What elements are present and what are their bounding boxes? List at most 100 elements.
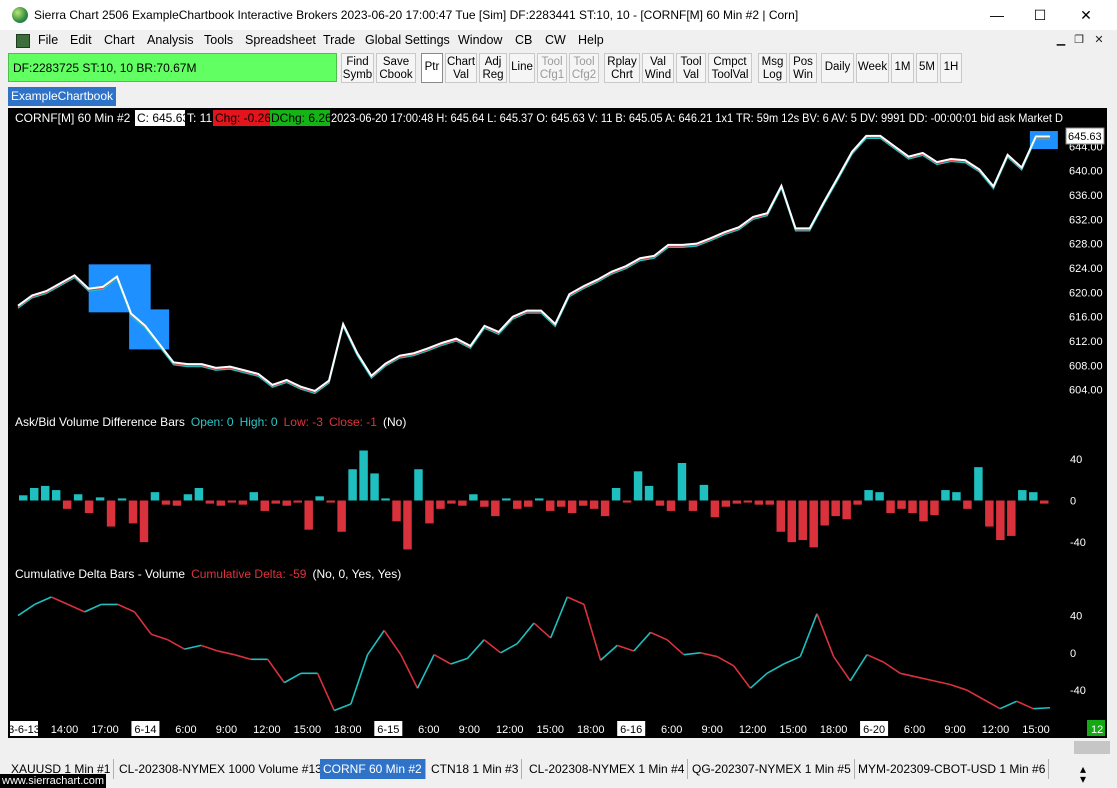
cumulative-delta-segment xyxy=(433,653,452,665)
chart-tab-qg[interactable]: QG-202307-NYMEX 1 Min #5 xyxy=(689,759,855,779)
menu-spreadsheet[interactable]: Spreadsheet xyxy=(245,33,316,47)
time-tick-label: 6:00 xyxy=(904,724,925,736)
pointer-tool-button[interactable]: Ptr xyxy=(421,53,443,83)
delta-bar xyxy=(139,500,149,543)
volume-difference-bars xyxy=(19,450,1049,550)
chart-tab-cl-volume[interactable]: CL-202308-NYMEX 1000 Volume #13 xyxy=(116,759,326,779)
delta-bar xyxy=(875,492,884,501)
menu-cb[interactable]: CB xyxy=(515,33,532,47)
week-button[interactable]: Week xyxy=(856,53,889,83)
price-tick-label: 632.00 xyxy=(1069,214,1103,226)
time-tick-label: 14:00 xyxy=(51,724,79,736)
cumulative-delta-segment xyxy=(866,653,884,663)
cumulative-delta-segment xyxy=(683,652,701,656)
delta-bar xyxy=(831,500,840,517)
vertical-scrollbar[interactable] xyxy=(1107,108,1117,758)
chart-tab-cornf[interactable]: CORNF 60 Min #2 xyxy=(320,759,426,779)
mdi-close-button[interactable]: ✕ xyxy=(1091,33,1107,47)
time-tick-label: 12:00 xyxy=(739,724,767,736)
menu-chart[interactable]: Chart xyxy=(104,33,135,47)
cumulative-delta-segment xyxy=(583,604,602,661)
menu-tools[interactable]: Tools xyxy=(204,33,233,47)
chart-canvas[interactable]: CORNF[M] 60 Min #2 C: 645.63 T: 11 Chg: … xyxy=(8,108,1107,738)
delta-bar xyxy=(315,496,324,501)
scroll-thumb[interactable] xyxy=(1074,741,1110,754)
chart-tab-ctn18[interactable]: CTN18 1 Min #3 xyxy=(428,759,523,779)
line-tool-button[interactable]: Line xyxy=(509,53,535,83)
delta-bar xyxy=(480,500,489,507)
cumulative-tick-label: -40 xyxy=(1070,685,1086,697)
tool-config1-button[interactable]: Tool Cfg1 xyxy=(537,53,567,83)
cumulative-delta-segment xyxy=(234,653,252,661)
positions-window-button[interactable]: Pos Win xyxy=(789,53,817,83)
menu-global-settings[interactable]: Global Settings xyxy=(365,33,450,47)
cumulative-delta-segment xyxy=(900,672,918,678)
delta-bar xyxy=(282,500,291,506)
delta-bar xyxy=(414,469,423,501)
time-tick-label: 6:00 xyxy=(661,724,682,736)
time-tick-label: 15:00 xyxy=(779,724,807,736)
delta-bar xyxy=(249,492,259,501)
time-tick-label: 18:00 xyxy=(820,724,848,736)
tool-config2-button[interactable]: Tool Cfg2 xyxy=(569,53,599,83)
mdi-minimize-button[interactable]: ▁ xyxy=(1053,33,1069,47)
menu-window[interactable]: Window xyxy=(458,33,502,47)
cumulative-delta-segment xyxy=(966,689,984,701)
price-tick-label: 604.00 xyxy=(1069,385,1103,397)
one-hour-button[interactable]: 1H xyxy=(940,53,962,83)
replay-chart-button[interactable]: Rplay Chrt xyxy=(604,53,640,83)
time-tick-label: 9:00 xyxy=(216,724,237,736)
adjust-region-button[interactable]: Adj Reg xyxy=(479,53,507,83)
delta-bar xyxy=(776,500,786,532)
find-symbol-button[interactable]: Find Symb xyxy=(341,53,374,83)
compact-tool-values-button[interactable]: Cmpct ToolVal xyxy=(708,53,752,83)
minimize-button[interactable]: — xyxy=(974,0,1020,30)
chart-region[interactable]: CORNF[M] 60 Min #2 C: 645.63 T: 11 Chg: … xyxy=(8,108,1107,738)
message-log-button[interactable]: Msg Log xyxy=(758,53,787,83)
cumulative-delta-segment xyxy=(466,639,485,659)
tool-values-button[interactable]: Tool Val xyxy=(676,53,706,83)
cumulative-delta-segment xyxy=(333,703,352,712)
study1-params: (No) xyxy=(383,415,406,429)
delta-bar xyxy=(578,500,588,506)
one-month-button[interactable]: 1M xyxy=(891,53,914,83)
daily-button[interactable]: Daily xyxy=(821,53,854,83)
study2-label: Cumulative Delta Bars - Volume Cumulative… xyxy=(15,567,401,581)
chart-window-icon[interactable] xyxy=(16,34,30,48)
tabs-scroll-down-icon[interactable]: ▾ xyxy=(1080,772,1086,786)
cumulative-delta-segment xyxy=(167,639,185,650)
cumulative-delta-segment xyxy=(832,656,851,682)
cumulative-delta-segment xyxy=(483,639,502,654)
save-chartbook-button[interactable]: Save Cbook xyxy=(376,53,416,83)
chart-tab-mym[interactable]: MYM-202309-CBOT-USD 1 Min #6 xyxy=(855,759,1050,779)
price-line xyxy=(17,134,1050,393)
cumulative-delta-segment xyxy=(416,654,435,689)
chart-tab-cl-1min[interactable]: CL-202308-NYMEX 1 Min #4 xyxy=(526,759,689,779)
five-minute-button[interactable]: 5M xyxy=(916,53,938,83)
cumulative-delta-segment xyxy=(849,654,868,682)
price-tick-label: 636.00 xyxy=(1069,190,1103,202)
delta-bar xyxy=(798,500,807,541)
delta-bar xyxy=(238,500,248,505)
menu-trade[interactable]: Trade xyxy=(323,33,355,47)
menu-edit[interactable]: Edit xyxy=(70,33,92,47)
delta-bar xyxy=(403,500,412,550)
close-button[interactable]: ✕ xyxy=(1063,0,1109,30)
maximize-button[interactable]: ☐ xyxy=(1017,0,1063,30)
menu-analysis[interactable]: Analysis xyxy=(147,33,194,47)
chart-values-button[interactable]: Chart Val xyxy=(445,53,477,83)
delta-bar xyxy=(1018,490,1027,501)
cumulative-delta-segment xyxy=(716,655,735,667)
horizontal-scrollbar[interactable] xyxy=(0,738,1117,758)
delta-bar xyxy=(260,500,270,511)
delta-bar xyxy=(150,492,160,501)
values-window-button[interactable]: Val Wind xyxy=(642,53,674,83)
delta-bar xyxy=(886,500,895,513)
delta-bar xyxy=(326,500,335,503)
menu-cw[interactable]: CW xyxy=(545,33,566,47)
mdi-restore-button[interactable]: ❐ xyxy=(1071,33,1087,47)
price-tick-label: 624.00 xyxy=(1069,263,1103,275)
chartbook-tab[interactable]: ExampleChartbook xyxy=(8,87,116,106)
menu-file[interactable]: File xyxy=(38,33,58,47)
menu-help[interactable]: Help xyxy=(578,33,604,47)
